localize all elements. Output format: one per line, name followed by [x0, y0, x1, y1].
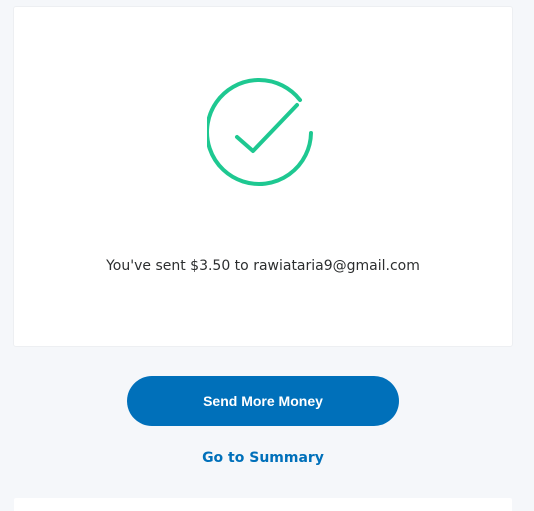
- check-circle-icon: [207, 78, 313, 186]
- go-to-summary-link[interactable]: Go to Summary: [0, 450, 526, 466]
- lower-card: [14, 498, 512, 511]
- confirmation-message: You've sent $3.50 to rawiataria9@gmail.c…: [106, 258, 420, 274]
- send-more-money-button[interactable]: Send More Money: [127, 376, 399, 426]
- page: You've sent $3.50 to rawiataria9@gmail.c…: [0, 0, 534, 511]
- confirmation-card: You've sent $3.50 to rawiataria9@gmail.c…: [14, 7, 512, 346]
